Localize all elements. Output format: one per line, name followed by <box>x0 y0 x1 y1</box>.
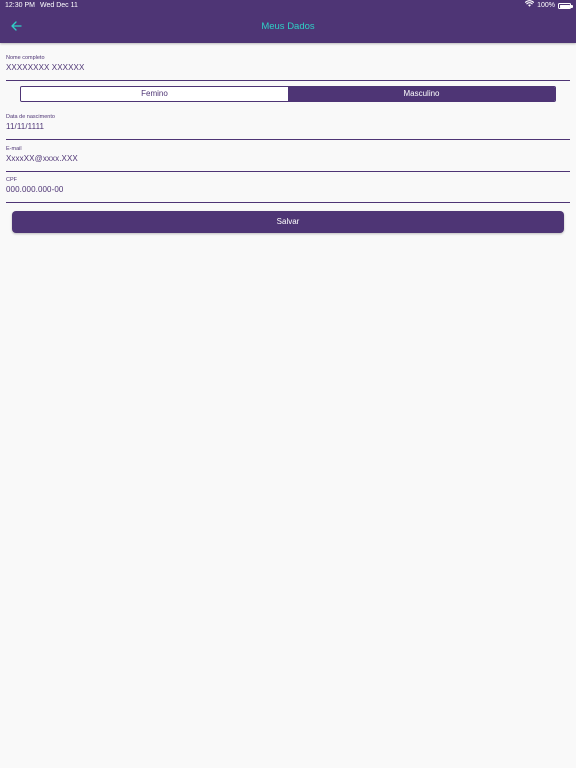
email-label: E-mail <box>6 146 22 152</box>
cpf-label: CPF <box>6 177 17 183</box>
status-date: Wed Dec 11 <box>40 2 78 9</box>
cpf-value[interactable]: 000.000.000-00 <box>6 184 570 195</box>
email-value[interactable]: XxxxXX@xxxx.XXX <box>6 153 570 164</box>
status-bar: 12:30 PM Wed Dec 11 100% <box>0 0 576 12</box>
status-indicators: 100% <box>525 0 573 12</box>
app-header: 12:30 PM Wed Dec 11 100% Meus Dados <box>0 0 576 43</box>
save-button[interactable]: Salvar <box>12 211 564 233</box>
cpf-field[interactable]: CPF 000.000.000-00 <box>6 177 570 203</box>
birth-date-label: Data de nascimento <box>6 114 55 120</box>
battery-icon <box>558 3 573 9</box>
battery-percent: 100% <box>537 2 555 9</box>
gender-option-male[interactable]: Masculino <box>288 87 555 101</box>
full-name-value[interactable]: XXXXXXXX XXXXXX <box>6 62 570 73</box>
email-field[interactable]: E-mail XxxxXX@xxxx.XXX <box>6 146 570 172</box>
full-name-label: Nome completo <box>6 55 45 61</box>
birth-date-value[interactable]: 11/11/1111 <box>6 121 570 132</box>
gender-option-female[interactable]: Femino <box>21 87 288 101</box>
status-time: 12:30 PM <box>5 2 35 9</box>
gender-selector: Femino Masculino <box>20 86 556 102</box>
full-name-field[interactable]: Nome completo XXXXXXXX XXXXXX <box>6 55 570 81</box>
wifi-icon <box>525 0 535 12</box>
birth-date-field[interactable]: Data de nascimento 11/11/1111 <box>6 114 570 140</box>
page-title: Meus Dados <box>261 21 315 32</box>
